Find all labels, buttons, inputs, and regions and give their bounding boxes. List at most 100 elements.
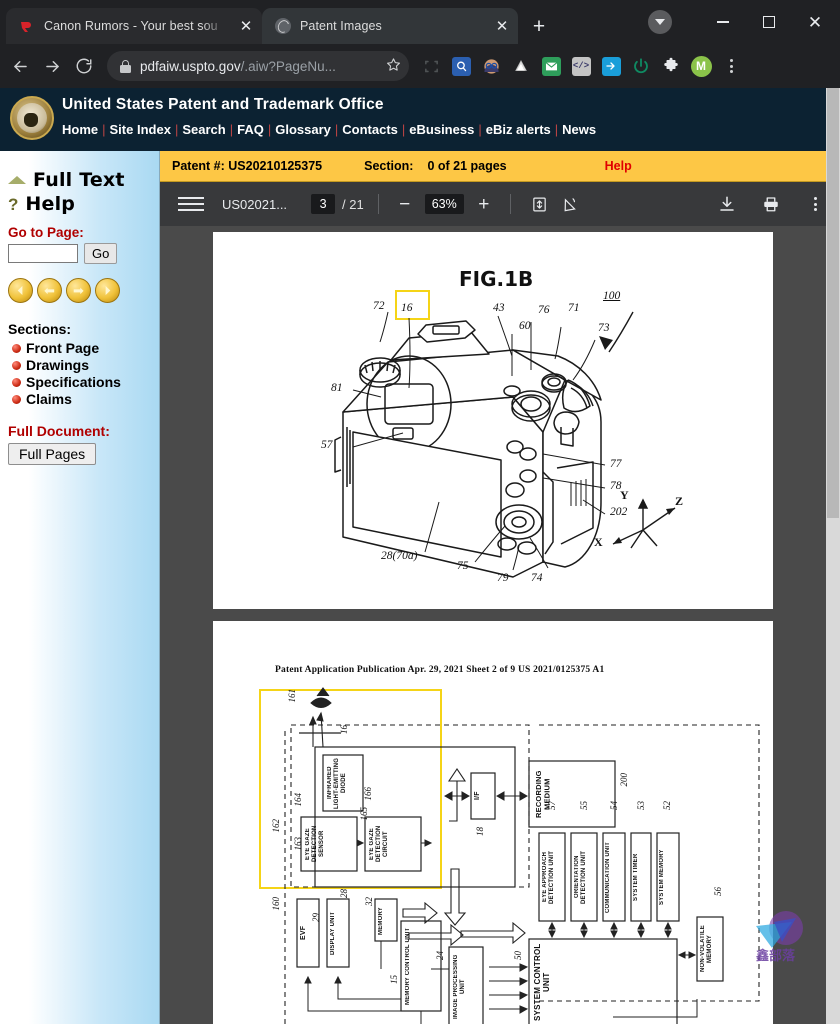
- lock-icon: [120, 59, 131, 73]
- hamburger-menu-icon[interactable]: [178, 197, 204, 211]
- nav-glossary[interactable]: Glossary: [275, 122, 331, 137]
- profile-avatar-icon[interactable]: M: [687, 52, 715, 80]
- red-bullet-icon: [12, 377, 21, 387]
- sidebar-item-drawings[interactable]: Drawings: [12, 357, 159, 373]
- ref-label-43: 43: [493, 302, 505, 314]
- goto-page-input[interactable]: [8, 244, 78, 263]
- window-scrollbar-thumb[interactable]: [827, 88, 839, 518]
- tab-title: Patent Images: [300, 19, 382, 33]
- sidebar-item-label: Specifications: [26, 374, 121, 390]
- code-brackets-icon[interactable]: </>: [567, 52, 595, 80]
- total-pages-label: / 21: [342, 196, 364, 212]
- ref-label-100: 100: [603, 290, 621, 302]
- nav-search[interactable]: Search: [182, 122, 225, 137]
- nav-contacts[interactable]: Contacts: [342, 122, 398, 137]
- ref-50: 50: [513, 951, 523, 961]
- mail-envelope-icon[interactable]: [537, 52, 565, 80]
- nav-site-index[interactable]: Site Index: [110, 122, 171, 137]
- tab-close-button[interactable]: ✕: [236, 16, 256, 36]
- first-page-arrow[interactable]: ⏴: [8, 278, 33, 303]
- tab-close-button[interactable]: ✕: [492, 16, 512, 36]
- sidebar-item-claims[interactable]: Claims: [12, 391, 159, 407]
- block-label-communication-unit: COMMUNICATION UNIT: [605, 841, 611, 913]
- pdf-document-canvas[interactable]: FIG.1B 72 16 43 76 71 60 73 100 81 57 77…: [160, 226, 826, 1024]
- close-icon: ✕: [807, 12, 823, 32]
- patent-label: Patent #:: [172, 159, 225, 173]
- ref-label-79: 79: [497, 572, 509, 584]
- search-magnifier-icon[interactable]: [447, 52, 475, 80]
- ref-56: 56: [713, 887, 723, 897]
- nav-faq[interactable]: FAQ: [237, 122, 264, 137]
- puzzle-extension-icon[interactable]: [657, 52, 685, 80]
- reload-button[interactable]: [69, 51, 99, 81]
- nav-news[interactable]: News: [562, 122, 596, 137]
- print-icon[interactable]: [756, 195, 786, 213]
- goto-page-label: Go to Page:: [8, 225, 84, 240]
- pdf-filename: US02021...: [222, 196, 288, 212]
- help-link[interactable]: Help: [605, 159, 632, 173]
- window-vertical-scrollbar[interactable]: [826, 88, 840, 1024]
- onenote-icon[interactable]: [507, 52, 535, 80]
- close-window-button[interactable]: ✕: [792, 6, 838, 38]
- fit-to-page-icon[interactable]: [525, 196, 555, 213]
- browser-toolbar: pdfaiw.uspto.gov/.aiw?PageNu... </> M: [0, 44, 840, 88]
- star-icon[interactable]: [386, 57, 401, 76]
- maximize-button[interactable]: [746, 6, 792, 38]
- sidebar-item-label: Drawings: [26, 357, 90, 373]
- nav-ebiz-alerts[interactable]: eBiz alerts: [486, 122, 551, 137]
- tab-strip: Canon Rumors - Your best sou ✕ Patent Im…: [0, 0, 840, 44]
- previous-page-arrow[interactable]: ⬅: [37, 278, 62, 303]
- tab-search-chevron-icon[interactable]: [648, 10, 672, 34]
- ref-162: 162: [271, 819, 281, 833]
- sidebar-full-text[interactable]: Full Text: [8, 169, 151, 191]
- capture-icon[interactable]: [417, 52, 445, 80]
- canon-logo-icon: [18, 18, 35, 35]
- ref-24: 24: [435, 951, 445, 961]
- full-pages-button[interactable]: Full Pages: [8, 443, 97, 465]
- next-page-arrow[interactable]: ➡: [66, 278, 91, 303]
- watermark-logo: 鑫部落: [752, 902, 814, 964]
- ref-label-16: 16: [401, 302, 413, 314]
- ref-label-60: 60: [519, 320, 531, 332]
- ref-53: 53: [636, 801, 646, 811]
- sidebar-help[interactable]: ? Help: [8, 193, 151, 215]
- nav-home[interactable]: Home: [62, 122, 98, 137]
- go-button[interactable]: Go: [84, 243, 118, 264]
- zoom-in-button[interactable]: +: [472, 195, 496, 214]
- power-icon[interactable]: [627, 52, 655, 80]
- back-button[interactable]: [5, 51, 35, 81]
- sidebar-item-specifications[interactable]: Specifications: [12, 374, 159, 390]
- export-arrow-icon[interactable]: [597, 52, 625, 80]
- rotate-icon[interactable]: [555, 196, 585, 213]
- block-label-memory-control-unit: MEMORY CONTROL UNIT: [405, 927, 411, 1005]
- uspto-nav: Home | Site Index | Search | FAQ | Glossary |…: [62, 122, 597, 137]
- nav-ebusiness[interactable]: eBusiness: [409, 122, 474, 137]
- ref-32: 32: [364, 897, 374, 907]
- page-nav-arrows: ⏴ ⬅ ➡ ⏵: [8, 278, 159, 303]
- avatar-glasses-icon[interactable]: [477, 52, 505, 80]
- url-text: pdfaiw.uspto.gov/.aiw?PageNu...: [140, 59, 377, 74]
- minimize-button[interactable]: [700, 6, 746, 38]
- url-host: pdfaiw.uspto.gov: [140, 58, 241, 74]
- last-page-arrow[interactable]: ⏵: [95, 278, 120, 303]
- red-bullet-icon: [12, 394, 21, 404]
- forward-button[interactable]: [37, 51, 67, 81]
- divider: [509, 194, 511, 214]
- download-icon[interactable]: [712, 195, 742, 213]
- address-bar[interactable]: pdfaiw.uspto.gov/.aiw?PageNu...: [107, 51, 409, 81]
- zoom-out-button[interactable]: −: [393, 195, 417, 214]
- tab-canon-rumors[interactable]: Canon Rumors - Your best sou ✕: [6, 8, 262, 44]
- block-label-eye-approach-detection-unit: EYE APPROACH DETECTION UNIT: [542, 850, 555, 904]
- block-label-image-processing-unit: IMAGE PROCESSING UNIT: [453, 954, 466, 1020]
- ref-57: 57: [547, 801, 557, 811]
- current-page-input[interactable]: 3: [311, 194, 336, 214]
- new-tab-button[interactable]: +: [524, 11, 554, 41]
- zoom-level-value[interactable]: 63%: [424, 194, 464, 214]
- red-bullet-icon: [12, 343, 21, 353]
- tab-patent-images[interactable]: Patent Images ✕: [262, 8, 518, 44]
- ref-label-28-70a: 28(70a): [381, 550, 418, 562]
- sidebar-item-front-page[interactable]: Front Page: [12, 340, 159, 356]
- chrome-menu-icon[interactable]: [717, 52, 745, 80]
- page-viewport: United States Patent and Trademark Offic…: [0, 88, 840, 1024]
- question-mark-icon: ?: [8, 194, 19, 214]
